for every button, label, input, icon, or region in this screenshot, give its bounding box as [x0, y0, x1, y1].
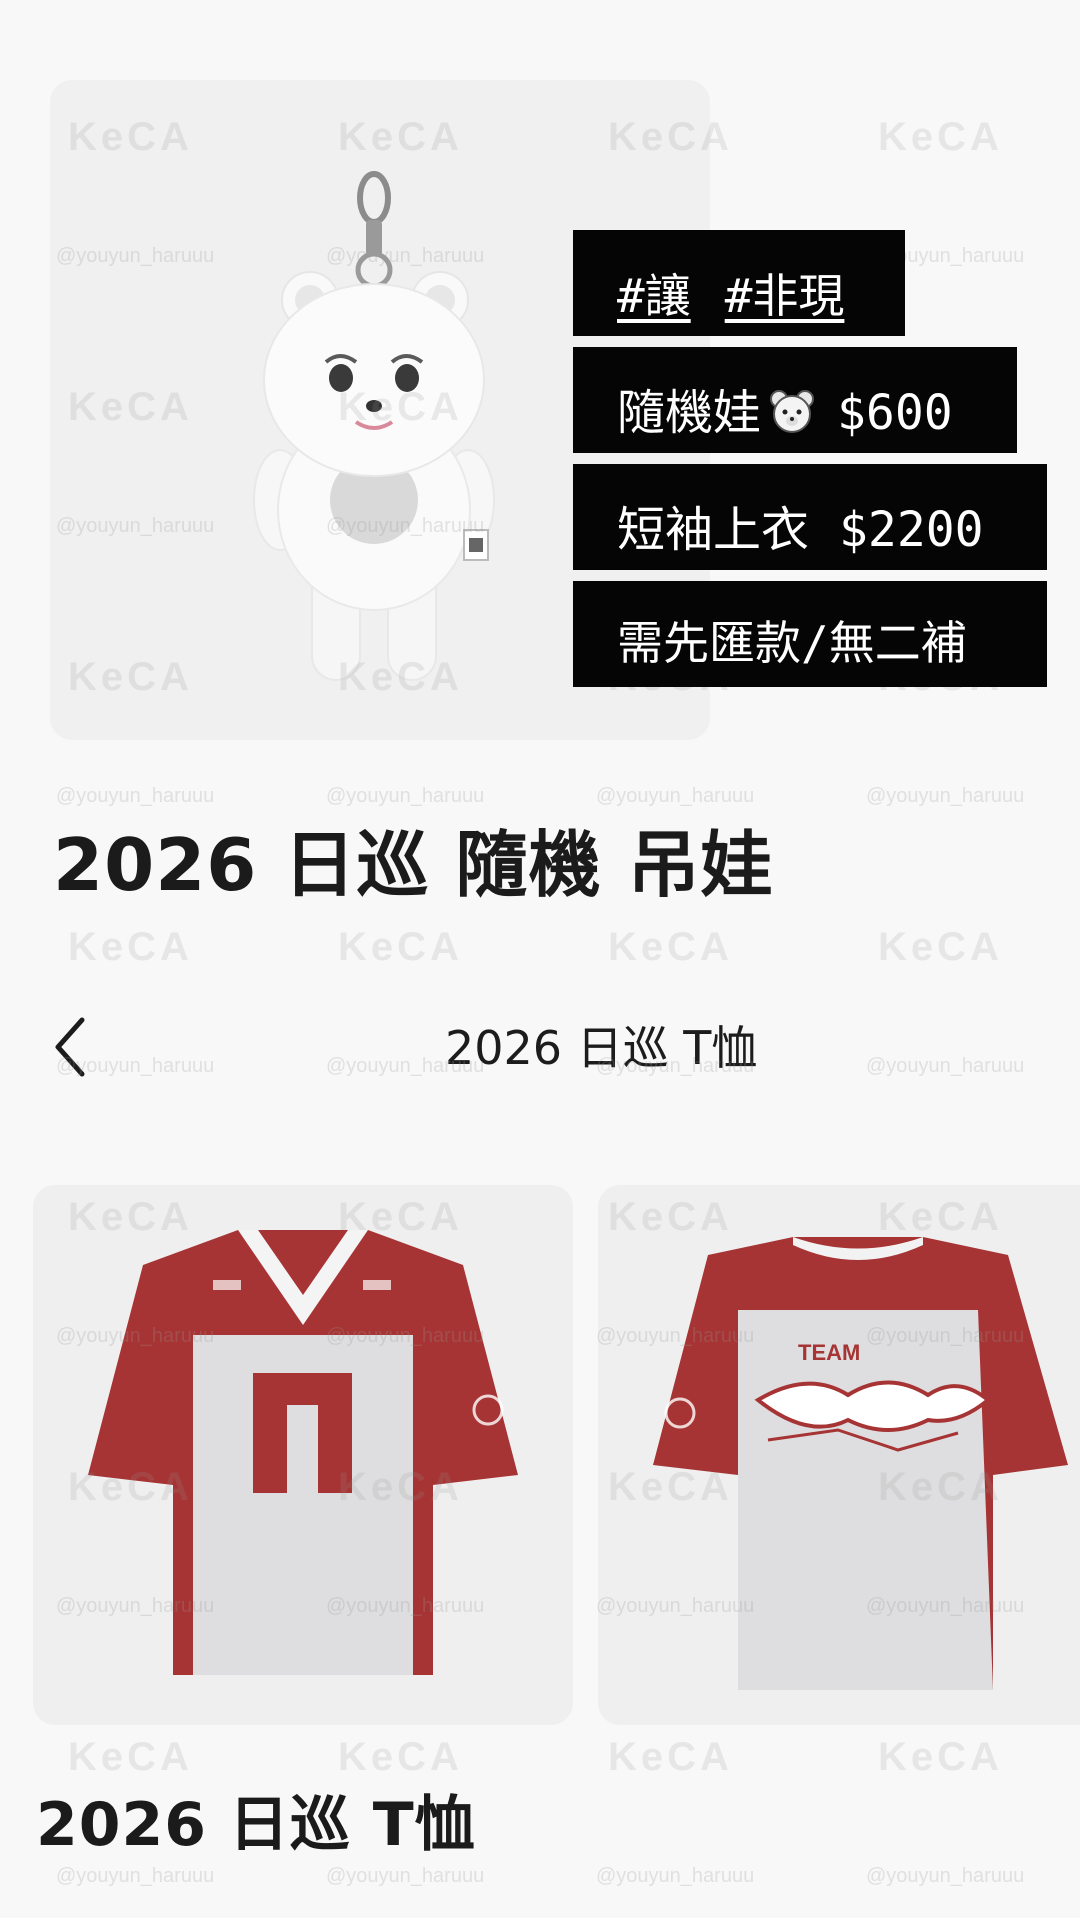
watermark-brand: KeCA	[338, 925, 463, 969]
nav-header: 2026 日巡 T恤	[0, 1000, 1080, 1100]
watermark-brand: KeCA	[878, 1735, 1003, 1779]
watermark-brand: KeCA	[68, 1735, 193, 1779]
chevron-left-icon	[55, 1017, 85, 1077]
shirt-label-text: 短袖上衣	[617, 502, 810, 558]
tag-transfer: #讓	[617, 269, 691, 323]
watermark-brand: KeCA	[878, 115, 1003, 159]
watermark-brand: KeCA	[608, 925, 733, 969]
product-image-shirt-front[interactable]	[33, 1185, 573, 1725]
shirt-front-illustration	[88, 1230, 518, 1675]
overlay-tags-label: #讓 #非現	[573, 230, 905, 336]
watermark-brand: KeCA	[68, 925, 193, 969]
watermark-brand: KeCA	[878, 925, 1003, 969]
watermark-handle: @youyun_haruuu	[326, 785, 485, 807]
bear-label-text: 隨機娃	[617, 385, 762, 441]
watermark-handle: @youyun_haruuu	[56, 785, 215, 807]
watermark-brand: KeCA	[338, 1735, 463, 1779]
overlay-shirt-price-label: 短袖上衣 $2200	[573, 464, 1047, 570]
watermark-brand: KeCA	[608, 1735, 733, 1779]
shirt-price-text: $2200	[839, 502, 984, 558]
product-title-shirt[interactable]: 2026 日巡 T恤	[36, 1785, 476, 1865]
overlay-payment-note-label: 需先匯款/無二補	[573, 581, 1047, 687]
svg-text:TEAM: TEAM	[798, 1340, 860, 1365]
back-button[interactable]	[44, 1012, 114, 1082]
tag-non-cash: #非現	[724, 269, 845, 323]
polar-bear-icon	[769, 389, 815, 447]
product-title-bear[interactable]: 2026 日巡 隨機 吊娃	[53, 820, 774, 910]
product-image-shirt-back[interactable]: TEAM	[598, 1185, 1080, 1725]
bear-price-text: $600	[837, 385, 953, 441]
watermark-handle: @youyun_haruuu	[866, 785, 1025, 807]
watermark-handle: @youyun_haruuu	[866, 1865, 1025, 1887]
overlay-bear-price-label: 隨機娃 $600	[573, 347, 1017, 453]
shirt-back-illustration: TEAM	[653, 1237, 1068, 1690]
watermark-handle: @youyun_haruuu	[596, 785, 755, 807]
watermark-handle: @youyun_haruuu	[596, 1865, 755, 1887]
screen: 2026 日巡 隨機 吊娃 2026 日巡 T恤 TEAM 2026 日巡 T恤…	[0, 0, 1080, 1918]
nav-title: 2026 日巡 T恤	[445, 1021, 758, 1075]
watermark-handle: @youyun_haruuu	[326, 1865, 485, 1887]
watermark-handle: @youyun_haruuu	[56, 1865, 215, 1887]
